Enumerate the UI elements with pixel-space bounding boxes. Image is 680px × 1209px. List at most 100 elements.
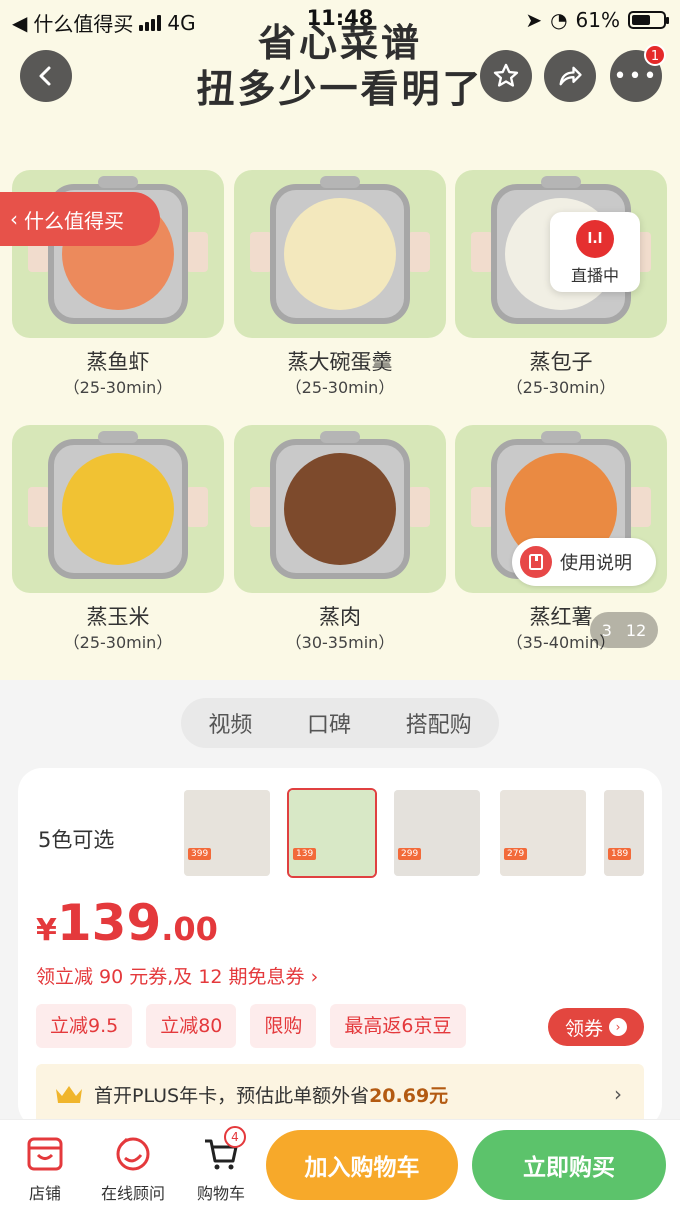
star-icon — [493, 63, 519, 87]
recipe-card — [234, 170, 446, 338]
manual-button[interactable]: 使用说明 — [512, 538, 656, 586]
chevron-right-icon: › — [609, 1018, 627, 1036]
chip-discount-9-5[interactable]: 立减9.5 — [36, 1004, 133, 1048]
back-button[interactable] — [20, 50, 72, 102]
coupon-label: 领券 — [564, 1017, 603, 1040]
chevron-left-icon — [39, 66, 51, 86]
steamer-lid — [98, 176, 138, 188]
color-option-thumbnail[interactable]: 189 — [604, 790, 644, 876]
crown-icon — [56, 1086, 82, 1103]
share-arrow-icon — [559, 66, 582, 86]
color-options-label[interactable]: 5色可选 — [38, 824, 114, 854]
steamer-lid — [320, 176, 360, 188]
manual-label: 使用说明 — [560, 553, 632, 574]
product-photo — [184, 790, 270, 876]
product-photo — [289, 790, 375, 876]
pager-current: 3 — [601, 620, 612, 640]
recipe-time: （25-30min） — [285, 378, 395, 397]
pot-handle — [629, 487, 651, 527]
pot-handle — [250, 232, 272, 272]
bottom-action-bar: 店铺 在线顾问 4 购物车 加入购物车 立即购买 — [0, 1119, 680, 1209]
image-pager: 3 12 — [590, 612, 658, 648]
recipe-card — [12, 425, 224, 593]
color-option-thumbnail[interactable]: 399 — [184, 790, 270, 876]
thumbnail-price-tag: 299 — [398, 848, 422, 860]
thumbnail-price-tag: 189 — [608, 848, 632, 860]
store-icon — [27, 1137, 63, 1171]
color-option-thumbnail[interactable]: 299 — [394, 790, 480, 876]
plus-text: 首开PLUS年卡，预估此单额外省 — [94, 1084, 370, 1107]
steamer-lid — [320, 431, 360, 443]
live-stream-button[interactable]: l.l 直播中 — [550, 212, 640, 292]
food-image — [62, 453, 174, 565]
more-dots-icon: ••• — [613, 63, 659, 89]
steamer-lid — [541, 431, 581, 443]
steamer-lid — [541, 176, 581, 188]
pot-handle — [471, 487, 493, 527]
promo-chips: 立减9.5 立减80 限购 最高返6京豆 — [36, 1004, 466, 1048]
consultant-icon — [116, 1137, 150, 1171]
pager-total: 12 — [625, 620, 647, 640]
more-button[interactable]: ••• 1 — [610, 44, 666, 102]
recipe-name: 蒸肉 — [319, 605, 361, 629]
pot-handle — [408, 232, 430, 272]
notification-badge: 1 — [644, 44, 666, 66]
float-tag-label: 什么值得买 — [24, 208, 124, 233]
recipe-name: 蒸包子 — [529, 350, 593, 374]
color-option-thumbnail[interactable]: 279 — [500, 790, 586, 876]
live-icon: l.l — [576, 220, 614, 258]
product-photo — [500, 790, 586, 876]
recipe-time: （25-30min） — [506, 378, 616, 397]
store-label: 店铺 — [28, 1184, 61, 1203]
recipe-name: 蒸大碗蛋羹 — [287, 350, 393, 374]
recipe-time: （30-35min） — [285, 633, 395, 652]
cart-button[interactable]: 4 购物车 — [176, 1126, 266, 1204]
recipe-time: （25-30min） — [63, 633, 173, 652]
online-consult-button[interactable]: 在线顾问 — [88, 1134, 178, 1204]
color-option-thumbnail[interactable]: 139 — [287, 788, 377, 878]
add-to-cart-button[interactable]: 加入购物车 — [266, 1130, 458, 1200]
consult-label: 在线顾问 — [100, 1184, 165, 1203]
plus-membership-bar[interactable]: 首开PLUS年卡，预估此单额外省20.69元 › — [36, 1064, 644, 1124]
recipe-name: 蒸玉米 — [86, 605, 150, 629]
chip-jingdou[interactable]: 最高返6京豆 — [330, 1004, 466, 1048]
live-label: 直播中 — [570, 266, 619, 285]
price-integer: 139 — [56, 894, 162, 952]
product-photo — [394, 790, 480, 876]
plus-amount: 20.69元 — [369, 1084, 449, 1107]
pot-handle — [408, 487, 430, 527]
price: ¥139.00 — [36, 894, 218, 952]
cart-label: 购物车 — [196, 1184, 245, 1203]
food-image — [284, 453, 396, 565]
recipe-time: （25-30min） — [63, 378, 173, 397]
tab-bundle[interactable]: 搭配购 — [406, 707, 472, 739]
pot-handle — [186, 232, 208, 272]
back-to-smzdm-tag[interactable]: ‹ 什么值得买 — [0, 192, 160, 246]
food-image — [284, 198, 396, 310]
store-button[interactable]: 店铺 — [0, 1134, 90, 1204]
chevron-left-icon: ‹ — [10, 207, 18, 231]
steamer-lid — [98, 431, 138, 443]
thumbnail-price-tag: 279 — [504, 848, 528, 860]
pot-handle — [471, 232, 493, 272]
share-button[interactable] — [544, 50, 596, 102]
recipe-name: 蒸鱼虾 — [86, 350, 150, 374]
thumbnail-price-tag: 139 — [293, 848, 317, 860]
product-hero-image[interactable]: ◀ 什么值得买 4G 11:48 ➤ ◔ 61% 省心菜谱 扭多少一看明了 ••… — [0, 0, 680, 680]
promo-coupon-link[interactable]: 领立减 90 元券,及 12 期免息券 › — [36, 962, 318, 989]
price-decimal: .00 — [161, 910, 218, 948]
product-info-card: 5色可选 399 139 299 279 189 ¥139.00 领立减 90 元券,及… — [18, 768, 662, 1128]
content-tabs: 视频 口碑 搭配购 — [181, 698, 499, 748]
chip-discount-80[interactable]: 立减80 — [146, 1004, 237, 1048]
get-coupon-button[interactable]: 领券 › — [548, 1008, 644, 1046]
chevron-right-icon: › — [614, 1082, 622, 1106]
tab-reviews[interactable]: 口碑 — [307, 707, 351, 739]
pot-handle — [186, 487, 208, 527]
price-currency: ¥ — [36, 913, 57, 948]
chip-limited[interactable]: 限购 — [250, 1004, 317, 1048]
pot-handle — [250, 487, 272, 527]
buy-now-button[interactable]: 立即购买 — [472, 1130, 666, 1200]
tab-video[interactable]: 视频 — [208, 707, 252, 739]
favorite-button[interactable] — [480, 50, 532, 102]
product-photo — [604, 790, 644, 876]
